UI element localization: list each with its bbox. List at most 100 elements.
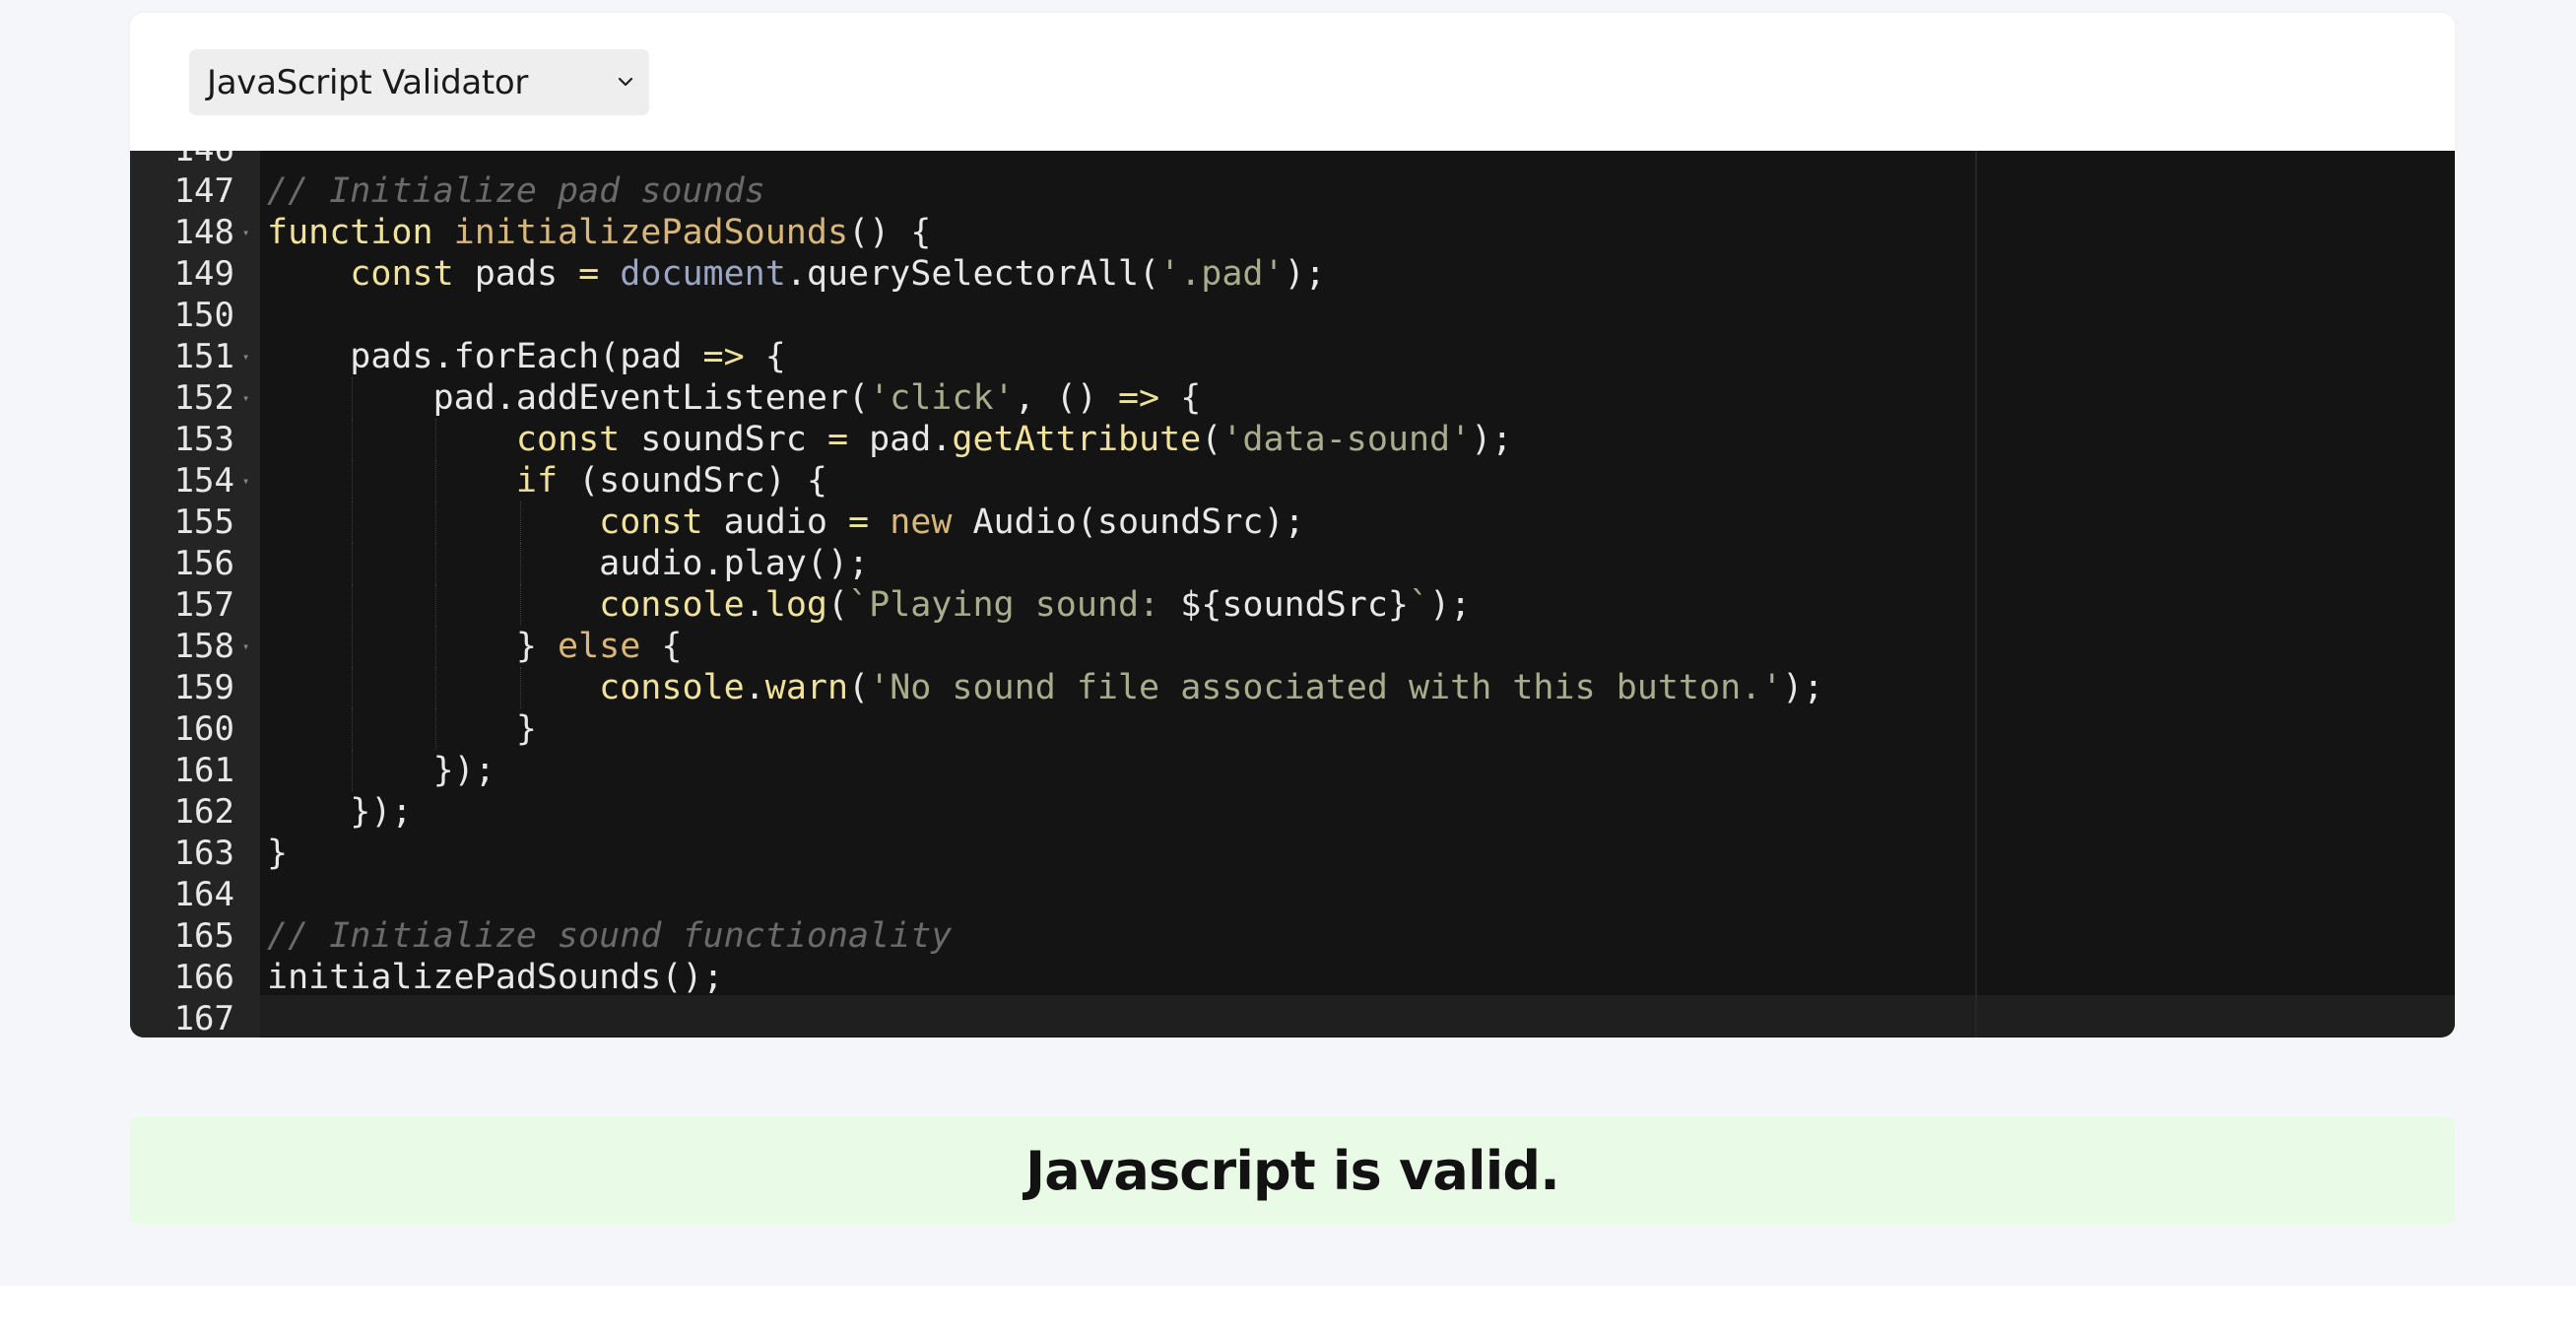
code-line[interactable]: 157 console.log(`Playing sound: ${soundS… <box>130 584 2455 626</box>
code-token: soundSrc <box>620 420 827 459</box>
code-token: , () <box>1014 378 1118 418</box>
code-token: ( <box>848 668 870 707</box>
code-token: ( <box>1201 420 1222 459</box>
code-text: } <box>267 833 288 874</box>
code-token: // Initialize sound functionality <box>267 916 953 956</box>
code-line[interactable]: 167 <box>130 998 2455 1037</box>
code-line[interactable]: 161 }); <box>130 750 2455 791</box>
line-number: 155 <box>173 502 234 542</box>
code-line[interactable]: 153 const soundSrc = pad.getAttribute('d… <box>130 419 2455 460</box>
code-token: initializePadSounds <box>453 213 849 252</box>
code-line[interactable]: 149 const pads = document.querySelectorA… <box>130 253 2455 295</box>
code-token: = <box>826 420 849 459</box>
code-editor[interactable]: 146147// Initialize pad sounds148▾functi… <box>130 151 2455 1037</box>
code-line[interactable]: 150 <box>130 295 2455 336</box>
code-text: }); <box>267 750 495 791</box>
code-line[interactable]: 162 }); <box>130 791 2455 833</box>
code-line[interactable]: 165 // Initialize sound functionality <box>130 915 2455 957</box>
fold-arrow-icon[interactable]: ▾ <box>242 460 256 502</box>
indent-guide <box>435 460 437 502</box>
validator-type-select[interactable]: JavaScript Validator <box>189 49 649 115</box>
line-number: 165 <box>173 916 234 956</box>
code-token: else <box>558 627 641 666</box>
code-line[interactable]: 147 // Initialize pad sounds <box>130 170 2455 212</box>
code-token: = <box>578 254 600 294</box>
code-token: pad. <box>848 420 953 459</box>
indent-guide <box>351 667 354 708</box>
code-token: Audio(soundSrc); <box>952 502 1305 542</box>
code-token: 'data-sound' <box>1222 420 1472 459</box>
code-token: log <box>764 585 827 625</box>
code-line[interactable]: 146 <box>130 151 2455 170</box>
code-token: const <box>350 254 454 294</box>
line-number: 157 <box>173 585 234 625</box>
code-token: ); <box>1471 420 1513 459</box>
code-line[interactable]: 160 } <box>130 708 2455 750</box>
indent-guide <box>435 543 437 584</box>
code-token: (soundSrc) { <box>558 461 827 501</box>
code-line[interactable]: 158 ▾ } else { <box>130 626 2455 667</box>
code-token: { <box>1159 378 1202 418</box>
code-token: if <box>515 461 559 501</box>
code-line[interactable]: 155 const audio = new Audio(soundSrc); <box>130 502 2455 543</box>
fold-arrow-icon[interactable]: ▾ <box>242 377 256 419</box>
line-number: 150 <box>173 296 234 335</box>
indent-guide <box>519 584 522 626</box>
code-line[interactable]: 159 console.warn('No sound file associat… <box>130 667 2455 708</box>
code-token: const <box>515 420 621 459</box>
code-line[interactable]: 154 ▾ if (soundSrc) { <box>130 460 2455 502</box>
code-token: } <box>267 834 289 873</box>
fold-arrow-icon[interactable]: ▾ <box>242 212 256 253</box>
code-token: ); <box>1782 668 1824 707</box>
code-token: // Initialize pad sounds <box>267 171 765 211</box>
code-line[interactable]: 151 ▾ pads.forEach(pad => { <box>130 336 2455 377</box>
code-line[interactable]: 164 <box>130 874 2455 915</box>
code-text: const audio = new Audio(soundSrc); <box>267 502 1305 543</box>
code-token: console <box>599 585 745 625</box>
indent-guide <box>351 750 354 791</box>
code-token: new <box>890 502 953 542</box>
validator-select-value: JavaScript Validator <box>207 62 529 102</box>
indent-guide <box>435 419 437 460</box>
indent-guide <box>519 667 522 708</box>
indent-guide <box>519 543 522 584</box>
code-lines[interactable]: 146147// Initialize pad sounds148▾functi… <box>130 151 2455 1037</box>
fold-arrow-icon[interactable]: ▾ <box>242 336 256 377</box>
code-token: } <box>267 709 537 749</box>
code-text: const soundSrc = pad.getAttribute('data-… <box>267 419 1513 460</box>
line-number: 162 <box>173 792 234 832</box>
code-line[interactable]: 166 initializePadSounds(); <box>130 957 2455 998</box>
code-token: `Playing sound: <box>848 585 1181 625</box>
line-number: 152 <box>173 378 234 418</box>
code-token: pad.addEventListener( <box>267 378 870 418</box>
code-line[interactable]: 156 audio.play(); <box>130 543 2455 584</box>
line-number: 154 <box>173 461 234 501</box>
code-token: const <box>599 502 703 542</box>
code-token: => <box>1117 378 1160 418</box>
code-token: ${soundSrc} <box>1180 585 1409 625</box>
code-token: . <box>744 585 765 625</box>
code-token: audio.play(); <box>267 544 870 583</box>
indent-guide <box>351 502 354 543</box>
code-text: const pads = document.querySelectorAll('… <box>267 253 1325 295</box>
code-text: } <box>267 708 537 750</box>
line-number: 164 <box>173 875 234 914</box>
code-line[interactable]: 148 ▾ function initializePadSounds() { <box>130 212 2455 253</box>
chevron-down-icon <box>618 77 633 87</box>
code-token: ( <box>826 585 849 625</box>
code-token: } <box>267 627 559 666</box>
validation-result-banner: Javascript is valid. <box>130 1116 2455 1225</box>
code-line[interactable]: 163} <box>130 833 2455 874</box>
indent-guide <box>435 584 437 626</box>
indent-guide <box>435 667 437 708</box>
fold-arrow-icon[interactable]: ▾ <box>242 626 256 667</box>
indent-guide <box>351 419 354 460</box>
line-number: 167 <box>173 999 234 1037</box>
line-number: 146 <box>130 151 234 170</box>
code-token: { <box>640 627 683 666</box>
code-line[interactable]: 152 ▾ pad.addEventListener('click', () =>… <box>130 377 2455 419</box>
